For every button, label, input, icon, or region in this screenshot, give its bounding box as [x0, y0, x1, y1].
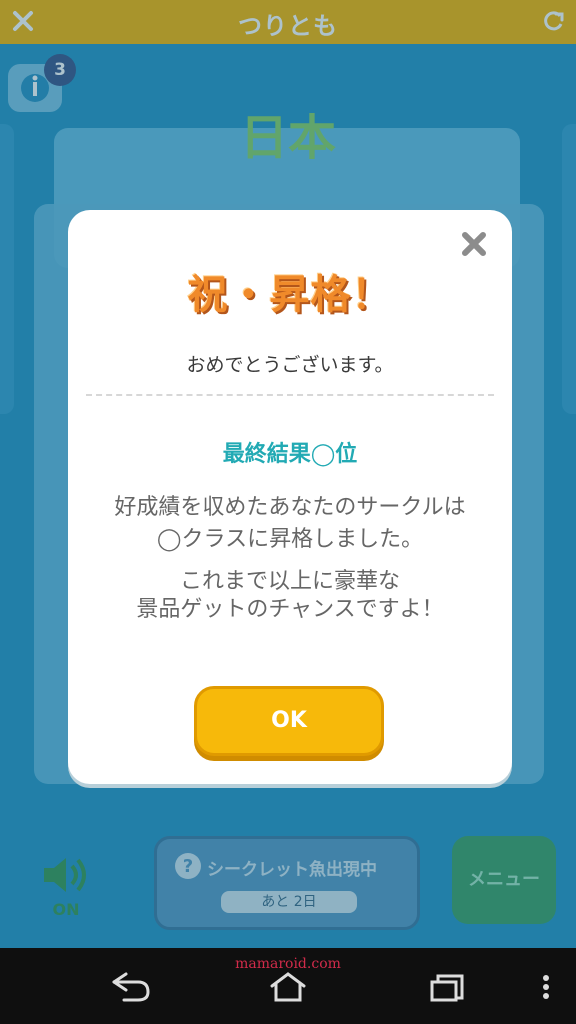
dialog-headline: 祝・昇格！	[187, 272, 393, 318]
final-result: 最終結果◯位	[222, 442, 358, 467]
promotion-dialog: 祝・昇格！ おめでとうございます。 最終結果◯位 好成績を収めたあなたのサークル…	[68, 210, 512, 784]
divider	[86, 394, 494, 396]
prize-message: これまで以上に豪華な 景品ゲットのチャンスですよ！	[136, 569, 444, 622]
back-icon[interactable]	[108, 970, 152, 1004]
ok-button[interactable]: OK	[194, 686, 384, 756]
overflow-menu-icon[interactable]	[536, 970, 556, 1004]
recent-apps-icon[interactable]	[428, 970, 468, 1004]
system-nav-bar: mamaroid.com	[0, 948, 576, 1024]
home-icon[interactable]	[268, 970, 308, 1004]
close-icon[interactable]	[456, 226, 492, 262]
promotion-message: 好成績を収めたあなたのサークルは ◯クラスに昇格しました。	[114, 495, 466, 552]
congrats-text: おめでとうございます。	[186, 354, 394, 376]
